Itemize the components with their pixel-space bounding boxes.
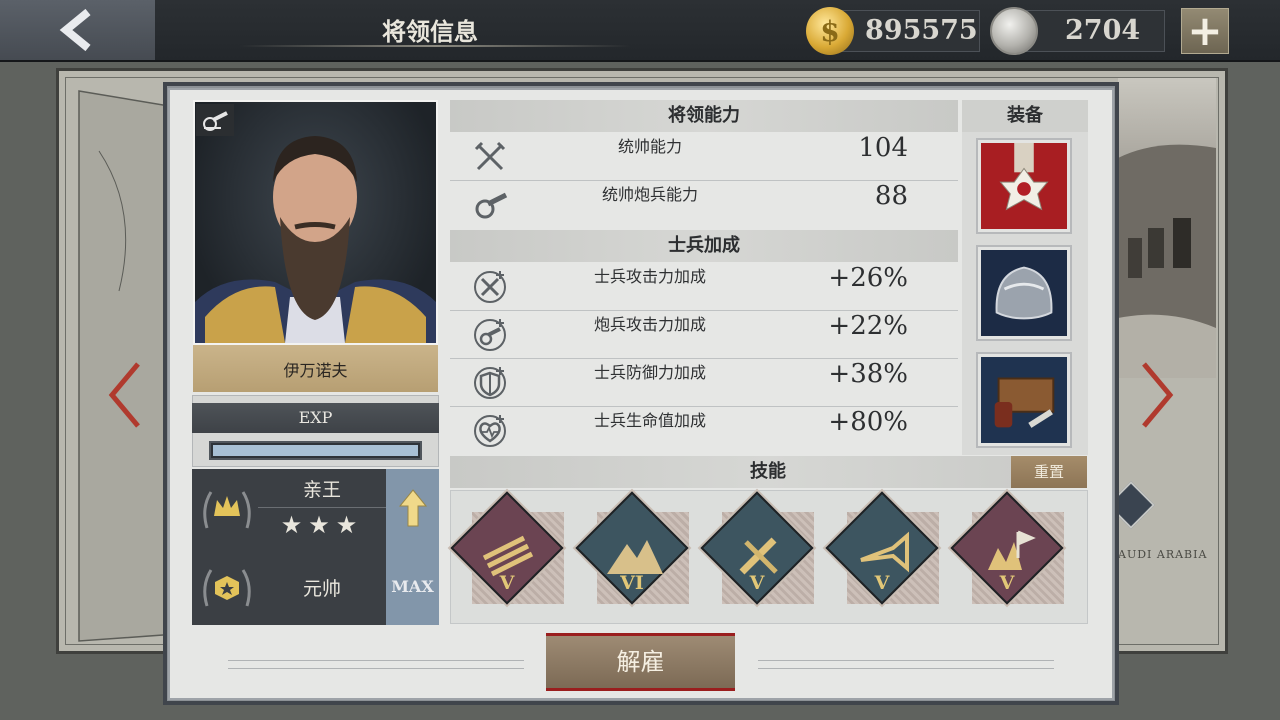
ability-value: 104 (858, 133, 908, 163)
military-rank-row: 元帅 (192, 547, 386, 625)
add-currency-button[interactable]: + (1181, 8, 1229, 54)
bonus-label: 士兵攻击力加成 (593, 267, 706, 286)
crown-laurel-icon (195, 473, 259, 543)
artillery-class-icon (196, 104, 234, 136)
ability-label: 统帅炮兵能力 (601, 185, 698, 204)
bonus-row-attack: 士兵攻击力加成 +26% (450, 263, 958, 311)
helmet-icon (981, 250, 1067, 336)
title-underline (240, 45, 630, 47)
bonus-value: +38% (828, 359, 908, 389)
abilities-heading: 将领能力 (450, 100, 958, 132)
next-general-arrow-icon[interactable] (1140, 360, 1174, 430)
ability-label: 统帅能力 (617, 137, 682, 156)
back-arrow-icon (59, 8, 91, 52)
medal-icon (981, 143, 1067, 229)
divider-left-2 (228, 668, 524, 669)
medal-amount: 2704 (1065, 15, 1141, 46)
page-title: 将领信息 (382, 17, 478, 46)
cavalry-photo (1118, 78, 1216, 378)
max-rank-badge: MAX (386, 547, 439, 625)
equipment-slot-medal[interactable] (976, 138, 1072, 234)
divider-right-2 (758, 668, 1054, 669)
bonus-value: +22% (828, 311, 908, 341)
general-name: 伊万诺夫 (193, 345, 438, 392)
skill-level: V (999, 572, 1015, 594)
gold-coin-icon: $ (806, 7, 854, 55)
skill-level: VI (620, 572, 644, 594)
shield-icon (474, 367, 506, 399)
promote-rank-button[interactable] (386, 469, 439, 547)
promote-arrow-icon (398, 489, 427, 527)
general-portrait (193, 100, 438, 345)
crossed-swords-icon (474, 141, 506, 171)
back-button[interactable] (0, 0, 155, 60)
skill-level: V (749, 572, 765, 594)
exp-progress-bar (209, 441, 422, 460)
skill-slot[interactable]: V (825, 491, 939, 605)
equipment-slot-helmet[interactable] (976, 245, 1072, 341)
skill-level: V (499, 572, 515, 594)
coin-amount: 895575 (865, 15, 978, 46)
exp-label: EXP (192, 403, 439, 433)
noble-rank-row: 亲王 ★★★ (192, 469, 386, 547)
ability-value: 88 (874, 181, 908, 211)
soldier-attack-icon (474, 271, 506, 303)
previous-general-arrow-icon[interactable] (108, 360, 142, 430)
skill-slot[interactable]: V (700, 491, 814, 605)
bonus-value: +80% (828, 407, 908, 437)
military-rank-name: 元帅 (302, 578, 341, 600)
skill-level: V (874, 572, 890, 594)
bonus-label: 士兵防御力加成 (593, 363, 706, 382)
cannon-icon (475, 192, 508, 219)
reset-skills-button[interactable]: 重置 (1011, 456, 1087, 488)
supply-box-icon (981, 357, 1067, 443)
bonus-row-artillery-attack: 炮兵攻击力加成 +22% (450, 311, 958, 359)
marshal-insignia-icon (195, 551, 259, 621)
map-region-label: AUDI ARABIA (1118, 548, 1208, 561)
exp-progress-fill (213, 445, 418, 456)
skill-slot[interactable]: VI (575, 491, 689, 605)
rank-stars: ★★★ (280, 511, 364, 539)
bonus-label: 炮兵攻击力加成 (593, 315, 706, 334)
dismiss-general-button[interactable]: 解雇 (546, 633, 735, 691)
divider-left (228, 660, 524, 661)
skills-heading: 技能 (450, 456, 1086, 488)
bonus-row-health: 士兵生命值加成 +80% (450, 407, 958, 455)
equipment-heading: 装备 (962, 100, 1088, 132)
divider-right (758, 660, 1054, 661)
heart-health-icon (474, 415, 506, 447)
bonuses-heading: 士兵加成 (450, 230, 958, 262)
bonus-label: 士兵生命值加成 (593, 411, 706, 430)
equipment-slot-supply[interactable] (976, 352, 1072, 448)
skill-slot[interactable]: V (950, 491, 1064, 605)
bonus-row-defense: 士兵防御力加成 +38% (450, 359, 958, 407)
silver-medal-icon (990, 7, 1038, 55)
noble-rank-name: 亲王 (302, 479, 341, 501)
ability-row-artillery: 统帅炮兵能力 88 (450, 181, 958, 229)
ability-row-command: 统帅能力 104 (450, 133, 958, 181)
artillery-attack-icon (474, 319, 506, 351)
bonus-value: +26% (828, 263, 908, 293)
skill-slot[interactable]: V (450, 491, 564, 605)
